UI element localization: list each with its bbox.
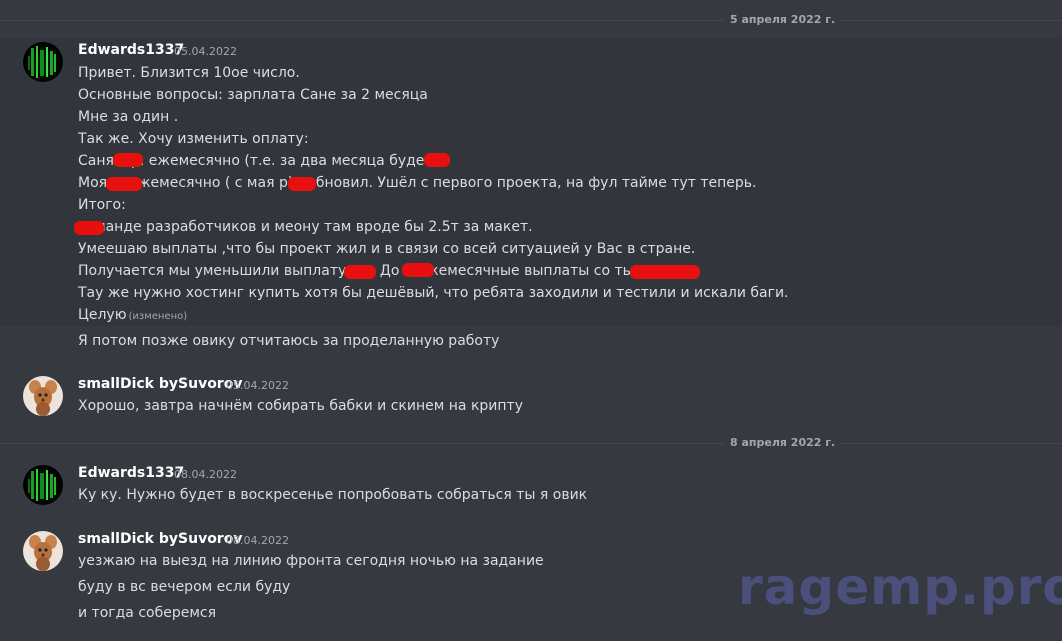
message-line: и тогда соберемся xyxy=(78,605,217,621)
message-timestamp: 05.04.2022 xyxy=(226,379,289,392)
redaction-mark xyxy=(106,177,142,191)
message-line: буду в вс вечером если буду xyxy=(78,579,291,595)
edited-marker: (изменено) xyxy=(128,311,188,322)
redaction-mark xyxy=(344,265,376,279)
redaction-mark xyxy=(630,265,700,279)
cartoon-mouse-avatar-icon xyxy=(29,535,57,571)
redaction-mark xyxy=(424,153,450,167)
date-divider-label: 8 апреля 2022 г. xyxy=(724,436,842,449)
message-line: Тау же нужно хостинг купить хотя бы дешё… xyxy=(78,285,789,301)
redaction-mark xyxy=(288,177,316,191)
message-line: Основные вопросы: зарплата Сане за 2 мес… xyxy=(78,87,428,103)
date-divider-line xyxy=(0,443,1062,444)
redaction-mark xyxy=(113,153,143,167)
message-line: Итого: xyxy=(78,197,126,213)
avatar[interactable] xyxy=(23,42,63,82)
date-divider-line xyxy=(0,20,1062,21)
message-line: Целую (изменено) xyxy=(78,307,187,323)
avatar[interactable] xyxy=(23,465,63,505)
message-line-text: Целую xyxy=(78,307,127,323)
message-line: команде разработчиков и меону там вроде … xyxy=(78,219,533,235)
cartoon-mouse-avatar-icon xyxy=(29,380,57,416)
message-author[interactable]: Edwards1337 xyxy=(78,465,184,481)
message-author[interactable]: smallDick bySuvorov xyxy=(78,531,242,547)
message-author[interactable]: smallDick bySuvorov xyxy=(78,376,242,392)
redaction-mark xyxy=(402,263,434,277)
avatar[interactable] xyxy=(23,376,63,416)
message-line: Я потом позже овику отчитаюсь за продела… xyxy=(78,333,500,349)
message-line: Хорошо, завтра начнём собирать бабки и с… xyxy=(78,398,523,414)
watermark: ragemp.pro xyxy=(738,558,1062,616)
message-line: Так же. Хочу изменить оплату: xyxy=(78,131,309,147)
avatar[interactable] xyxy=(23,531,63,571)
message-timestamp: 08.04.2022 xyxy=(174,468,237,481)
message-line: Умеешаю выплаты ,что бы проект жил и в с… xyxy=(78,241,696,257)
message-line: Ку ку. Нужно будет в воскресенье попробо… xyxy=(78,487,588,503)
green-glitch-avatar-icon xyxy=(28,469,56,501)
message-timestamp: 05.04.2022 xyxy=(174,45,237,58)
message-line: Мне за один . xyxy=(78,109,179,125)
message-timestamp: 08.04.2022 xyxy=(226,534,289,547)
message-line: Моя р. ежемесячно ( с мая р) - обновил. … xyxy=(78,175,757,191)
redaction-mark xyxy=(74,221,104,235)
message-line: уезжаю на выезд на линию фронта сегодня … xyxy=(78,553,544,569)
message-author[interactable]: Edwards1337 xyxy=(78,42,184,58)
date-divider-label: 5 апреля 2022 г. xyxy=(724,13,842,26)
green-glitch-avatar-icon xyxy=(28,46,56,78)
message-line: Привет. Близится 10ое число. xyxy=(78,65,300,81)
